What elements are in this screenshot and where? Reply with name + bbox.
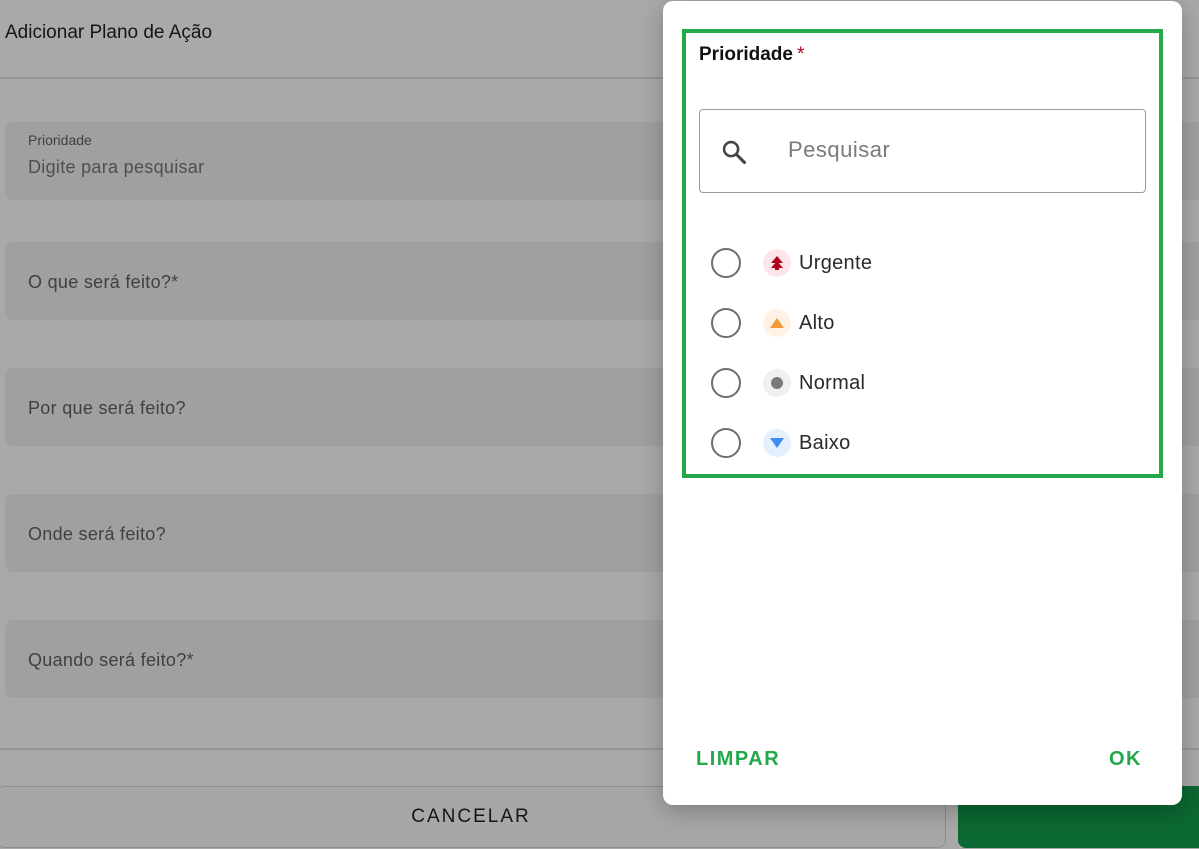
radio-baixo[interactable] [711,428,741,458]
option-alto[interactable]: Alto [711,303,1131,343]
radio-normal[interactable] [711,368,741,398]
radio-urgente[interactable] [711,248,741,278]
option-normal[interactable]: Normal [711,363,1131,403]
ok-button[interactable]: OK [1109,748,1142,771]
radio-alto[interactable] [711,308,741,338]
triangle-up-icon [763,309,791,337]
dot-icon [763,369,791,397]
option-label: Normal [799,371,866,394]
required-mark: * [796,44,805,65]
option-label: Alto [799,311,835,334]
search-input[interactable] [788,130,1128,170]
option-urgente[interactable]: Urgente [711,243,1131,283]
double-chevron-up-icon [763,249,791,277]
option-baixo[interactable]: Baixo [711,423,1131,463]
search-box[interactable] [699,109,1146,193]
option-label: Baixo [799,431,851,454]
dialog-title: Prioridade * [699,44,804,66]
search-icon [722,140,747,165]
triangle-down-icon [763,429,791,457]
priority-dialog: Prioridade* Urgente Alto Normal [663,1,1182,805]
dialog-title-text: Prioridade [699,44,793,65]
clear-button[interactable]: LIMPAR [696,748,780,771]
option-label: Urgente [799,251,873,274]
